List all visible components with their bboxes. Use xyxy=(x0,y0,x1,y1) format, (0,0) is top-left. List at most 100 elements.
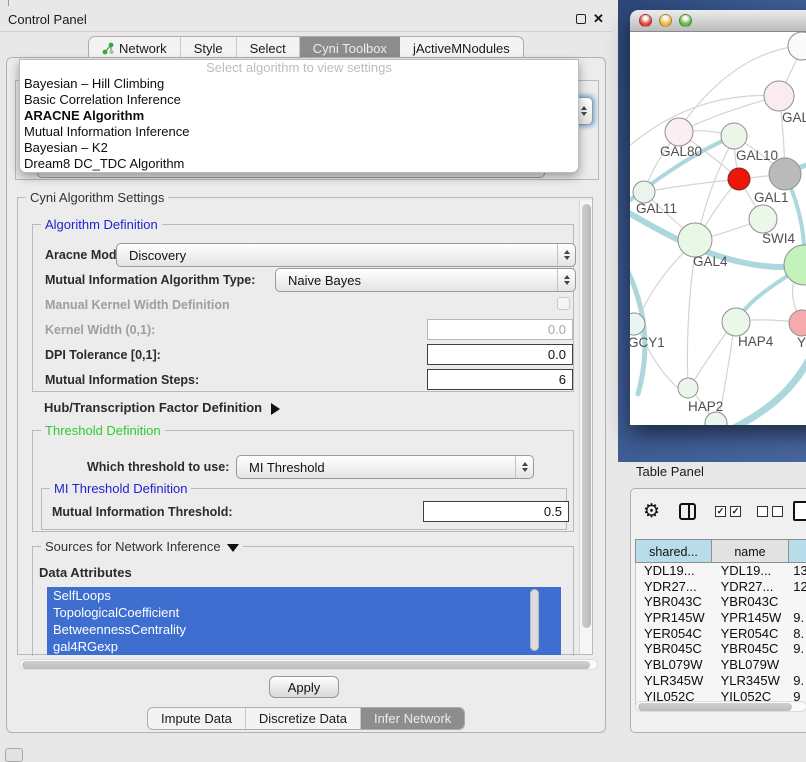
table-cell: 12 xyxy=(789,579,806,595)
data-attributes-label: Data Attributes xyxy=(39,565,132,580)
checked-checkbox-icon[interactable]: ✓ xyxy=(715,506,726,517)
table-row[interactable]: YDR27...YDR27...12 xyxy=(636,579,806,595)
table-cell: YBL079W xyxy=(713,657,790,673)
combo-stepper-icon xyxy=(515,456,533,478)
table-cell xyxy=(789,657,806,673)
mi-threshold-group: MI Threshold Definition Mutual Informati… xyxy=(41,488,567,530)
algorithm-option-mutual-information-inference[interactable]: Mutual Information Inference xyxy=(20,124,578,140)
tab-select[interactable]: Select xyxy=(237,37,300,59)
attribute-item-gal4rgexp[interactable]: gal4RGexp xyxy=(47,638,561,655)
table-row[interactable]: YDL19...YDL19...13 xyxy=(636,563,806,579)
table-cell: YDR27... xyxy=(713,579,790,595)
close-window-icon[interactable]: ✕ xyxy=(593,11,604,27)
algorithm-option-aracne-algorithm[interactable]: ARACNE Algorithm xyxy=(20,108,578,124)
mi-type-label: Mutual Information Algorithm Type: xyxy=(45,273,255,287)
dpi-tolerance-input[interactable] xyxy=(427,344,573,365)
attribute-item-topologicalcoefficient[interactable]: TopologicalCoefficient xyxy=(47,604,561,621)
column-header-shared[interactable]: shared... xyxy=(635,539,712,563)
network-node-hap4[interactable] xyxy=(722,308,750,336)
which-threshold-select[interactable]: MI Threshold xyxy=(236,455,534,479)
network-node-gal1[interactable] xyxy=(749,205,777,233)
column-header-clipped[interactable] xyxy=(789,539,806,563)
tab-impute-data[interactable]: Impute Data xyxy=(148,708,246,729)
tab-discretize-data[interactable]: Discretize Data xyxy=(246,708,361,729)
checked-checkbox-icon[interactable]: ✓ xyxy=(730,506,741,517)
cyni-algorithm-settings-group: Cyni Algorithm Settings Algorithm Defini… xyxy=(17,197,593,655)
gear-icon[interactable]: ⚙ xyxy=(643,500,660,522)
algorithm-option-dream8-dc-tdc-algorithm[interactable]: Dream8 DC_TDC Algorithm xyxy=(20,156,578,172)
mi-threshold-input[interactable] xyxy=(423,501,569,522)
columns-icon[interactable] xyxy=(679,503,696,520)
node-label-gal1: GAL1 xyxy=(754,190,789,205)
tab-network[interactable]: Network xyxy=(89,37,181,59)
unchecked-checkbox-icon[interactable] xyxy=(757,506,768,517)
algorithm-option-bayesian-k2[interactable]: Bayesian – K2 xyxy=(20,140,578,156)
algorithm-option-bayesian-hill-climbing[interactable]: Bayesian – Hill Climbing xyxy=(20,76,578,92)
network-canvas[interactable]: GALGAL80GAL10GAL1GAL11GAL4SWI4GCY1HAP4YH… xyxy=(630,32,806,425)
tab-cyni-toolbox[interactable]: Cyni Toolbox xyxy=(300,37,400,59)
table-cell: 13 xyxy=(789,563,806,579)
tab-style[interactable]: Style xyxy=(181,37,237,59)
table-row[interactable]: YLR345WYLR345W9. xyxy=(636,673,806,689)
network-node-gal80[interactable] xyxy=(665,118,693,146)
node-table: shared...name YDL19...YDL19...13YDR27...… xyxy=(635,539,806,709)
network-node-y[interactable] xyxy=(789,310,806,336)
tab-infer-network[interactable]: Infer Network xyxy=(361,708,464,729)
table-row[interactable]: YER054CYER054C8. xyxy=(636,626,806,642)
table-cell: YBR043C xyxy=(636,594,713,610)
float-window-icon[interactable] xyxy=(576,14,586,24)
manual-kernel-label: Manual Kernel Width Definition xyxy=(45,298,230,312)
table-row[interactable]: YBR045CYBR045C9. xyxy=(636,641,806,657)
network-node-gal10[interactable] xyxy=(721,123,747,149)
node-label-y: Y xyxy=(797,335,806,350)
sources-group-title[interactable]: Sources for Network Inference xyxy=(41,539,243,554)
network-node-gal11[interactable] xyxy=(633,181,655,203)
bottom-left-widget-icon[interactable] xyxy=(5,748,23,762)
network-window-titlebar[interactable] xyxy=(630,10,806,32)
tab-label: Discretize Data xyxy=(259,711,347,726)
network-node-gal[interactable] xyxy=(764,81,794,111)
data-attributes-list[interactable]: SelfLoopsTopologicalCoefficientBetweenne… xyxy=(47,587,561,655)
network-node-hap2[interactable] xyxy=(678,378,698,398)
scrollbar-thumb[interactable] xyxy=(582,204,591,628)
table-cell: YPR145W xyxy=(636,610,713,626)
attribute-list-scrollbar[interactable] xyxy=(530,589,539,651)
kernel-width-input[interactable] xyxy=(427,319,573,340)
attribute-item-selfloops[interactable]: SelfLoops xyxy=(47,587,561,604)
network-graph[interactable]: GALGAL80GAL10GAL1GAL11GAL4SWI4GCY1HAP4YH… xyxy=(630,32,806,425)
which-threshold-label: Which threshold to use: xyxy=(87,460,229,474)
algorithm-definition-group: Algorithm Definition Aracne Mode: Discov… xyxy=(32,224,574,392)
column-header-name[interactable]: name xyxy=(712,539,789,563)
scrollbar-thumb[interactable] xyxy=(22,661,590,669)
manual-kernel-checkbox[interactable] xyxy=(557,297,570,310)
table-row[interactable]: YBL079WYBL079W xyxy=(636,657,806,673)
table-row[interactable]: YPR145WYPR145W9. xyxy=(636,610,806,626)
mi-type-select[interactable]: Naive Bayes xyxy=(275,268,576,292)
mac-minimize-button[interactable] xyxy=(659,14,672,27)
algorithm-dropdown-list: Select algorithm to view settings Bayesi… xyxy=(19,59,579,173)
mac-close-button[interactable] xyxy=(639,14,652,27)
table-row[interactable]: YBR043CYBR043C xyxy=(636,594,806,610)
mac-zoom-button[interactable] xyxy=(679,14,692,27)
settings-vertical-scrollbar[interactable] xyxy=(579,200,592,654)
network-node[interactable] xyxy=(728,168,750,190)
tab-label: Infer Network xyxy=(374,711,451,726)
network-node[interactable] xyxy=(788,32,806,60)
algorithm-options: Bayesian – Hill ClimbingBasic Correlatio… xyxy=(20,76,578,172)
network-node-swi4[interactable] xyxy=(784,245,806,285)
hub-section-toggle[interactable]: Hub/Transcription Factor Definition xyxy=(44,400,280,415)
settings-horizontal-scrollbar[interactable] xyxy=(19,659,598,670)
algorithm-option-basic-correlation-inference[interactable]: Basic Correlation Inference xyxy=(20,92,578,108)
scrollbar-thumb[interactable] xyxy=(638,703,792,711)
table-cell: YLR345W xyxy=(713,673,790,689)
unchecked-checkbox-icon[interactable] xyxy=(772,506,783,517)
table-horizontal-scrollbar[interactable] xyxy=(635,701,806,712)
node-label-gal4: GAL4 xyxy=(693,254,728,269)
document-icon[interactable] xyxy=(793,501,806,521)
mi-steps-input[interactable] xyxy=(427,369,573,390)
network-node-gal4[interactable] xyxy=(678,223,712,257)
tab-jactivemnodules[interactable]: jActiveMNodules xyxy=(400,37,523,59)
apply-button[interactable]: Apply xyxy=(269,676,339,698)
attribute-item-betweennesscentrality[interactable]: BetweennessCentrality xyxy=(47,621,561,638)
aracne-mode-select[interactable]: Discovery xyxy=(116,243,576,267)
